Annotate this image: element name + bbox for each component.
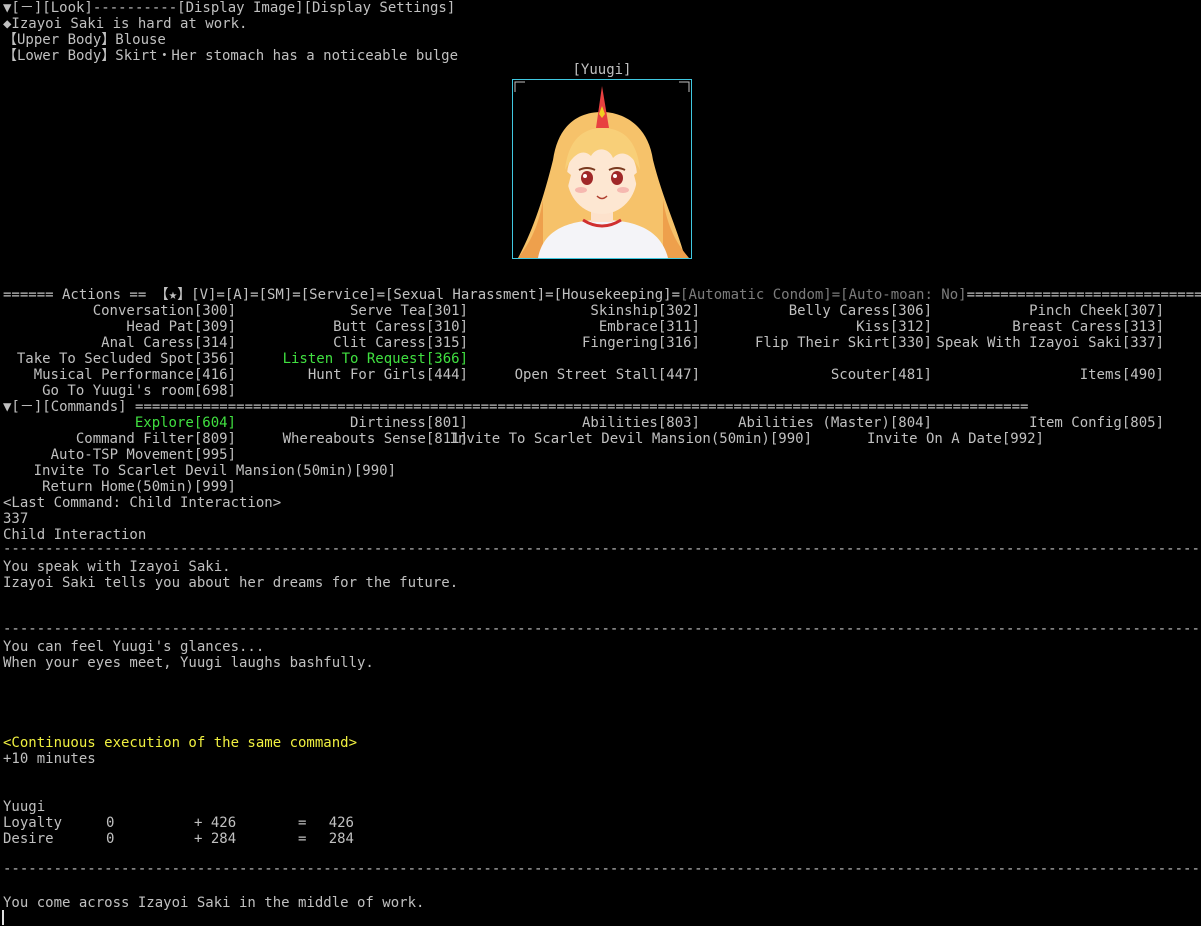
- stat-total: 284: [328, 831, 354, 847]
- stat-base: 0: [106, 831, 115, 847]
- stat-delta: + 284: [194, 831, 237, 847]
- stat-label: Loyalty: [3, 815, 63, 831]
- stat-equals: =: [298, 831, 307, 847]
- continuous-execution-notice: <Continuous execution of the same comman…: [3, 735, 358, 751]
- stat-total: 426: [328, 815, 354, 831]
- commands-divider: ▼[－][Commands] =========================…: [3, 399, 1028, 415]
- action-breast-caress[interactable]: Breast Caress[313]: [0, 319, 1164, 335]
- log-separator: ----------------------------------------…: [3, 541, 1198, 557]
- log-text: You speak with Izayoi Saki.: [3, 559, 231, 575]
- stat-equals: =: [298, 815, 307, 831]
- look-menu-bar[interactable]: ▼[－][Look]----------[Display Image][Disp…: [3, 0, 455, 16]
- log-text: You can feel Yuugi's glances...: [3, 639, 265, 655]
- last-command-number: 337: [3, 511, 29, 527]
- actions-divider: ====== Actions == 【★】[V]=[A]=[SM]=[Servi…: [3, 287, 1201, 303]
- command-item-config[interactable]: Item Config[805]: [0, 415, 1164, 431]
- stat-delta: + 426: [194, 815, 237, 831]
- log-text: When your eyes meet, Yuugi laughs bashfu…: [3, 655, 374, 671]
- lower-body-clothing: 【Lower Body】Skirt・Her stomach has a noti…: [3, 48, 459, 64]
- actions-divider-disabled[interactable]: [Automatic Condom]=[Auto-moan: No]: [680, 287, 967, 303]
- upper-body-clothing: 【Upper Body】Blouse: [3, 32, 166, 48]
- status-line: ◆Izayoi Saki is hard at work.: [3, 16, 248, 32]
- character-portrait: [512, 79, 692, 259]
- stat-label: Desire: [3, 831, 54, 847]
- log-final-text: You come across Izayoi Saki in the middl…: [3, 895, 425, 911]
- log-text: Izayoi Saki tells you about her dreams f…: [3, 575, 459, 591]
- action-items[interactable]: Items[490]: [0, 367, 1164, 383]
- commands-collapse-toggle[interactable]: ▼[－][Commands]: [3, 399, 127, 415]
- log-separator: ----------------------------------------…: [3, 861, 1198, 877]
- commands-divider-fill: ========================================…: [135, 399, 1029, 415]
- stats-character-name: Yuugi: [3, 799, 46, 815]
- actions-divider-prefix: ====== Actions == 【★】[V]=[A]=[SM]=[Servi…: [3, 287, 681, 303]
- portrait-label: [Yuugi]: [572, 62, 632, 78]
- action-go-to-yuugi-s-room[interactable]: Go To Yuugi's room[698]: [0, 383, 236, 399]
- actions-divider-suffix: ==================================: [966, 287, 1201, 303]
- command-invite-on-a-date[interactable]: Invite On A Date[992]: [0, 431, 1044, 447]
- text-cursor: [2, 910, 4, 925]
- command-invite-scarlet-devil-mansion[interactable]: Invite To Scarlet Devil Mansion(50min)[9…: [0, 463, 396, 479]
- action-pinch-cheek[interactable]: Pinch Cheek[307]: [0, 303, 1164, 319]
- character-portrait-image: [514, 81, 690, 258]
- last-command-label: <Last Command: Child Interaction>: [3, 495, 282, 511]
- time-added: +10 minutes: [3, 751, 96, 767]
- action-speak-with-izayoi-saki[interactable]: Speak With Izayoi Saki[337]: [0, 335, 1164, 351]
- stat-base: 0: [106, 815, 115, 831]
- command-auto-tsp-movement[interactable]: Auto-TSP Movement[995]: [0, 447, 236, 463]
- command-return-home[interactable]: Return Home(50min)[999]: [0, 479, 236, 495]
- action-listen-to-request[interactable]: Listen To Request[366]: [0, 351, 468, 367]
- log-separator: ----------------------------------------…: [3, 621, 1198, 637]
